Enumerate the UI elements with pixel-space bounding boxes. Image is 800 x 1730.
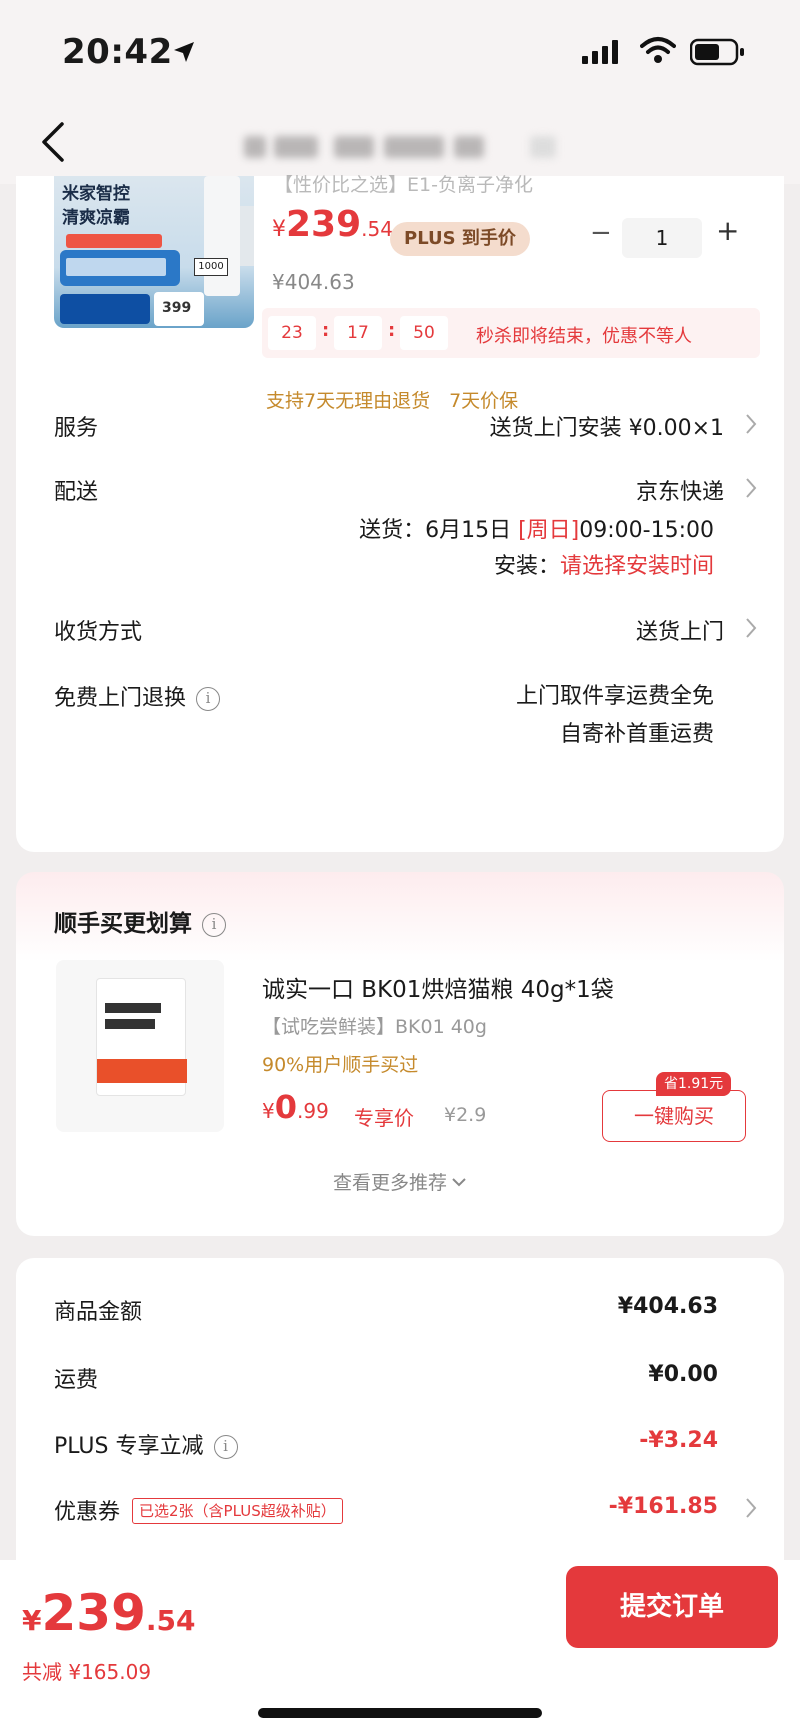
countdown-separator: : bbox=[388, 320, 396, 341]
more-recommendations-link[interactable]: 查看更多推荐 bbox=[16, 1168, 784, 1195]
countdown-message: 秒杀即将结束，优惠不等人 bbox=[476, 326, 692, 347]
addon-product-image[interactable] bbox=[56, 960, 224, 1132]
delivery-day: [周日] bbox=[518, 518, 580, 543]
product-device-shape bbox=[204, 176, 240, 296]
info-icon[interactable]: i bbox=[202, 913, 226, 937]
price-decimal: .54 bbox=[145, 1604, 196, 1637]
flash-sale-countdown: 23 : 17 : 50 秒杀即将结束，优惠不等人 bbox=[262, 308, 760, 358]
receive-value[interactable]: 送货上门 bbox=[636, 614, 724, 646]
return-guarantee: 支持7天无理由退货 7天价保 bbox=[266, 390, 519, 412]
countdown-separator: : bbox=[322, 320, 330, 341]
product-image-promo bbox=[60, 250, 180, 286]
countdown-hours: 23 bbox=[268, 316, 316, 350]
shipping-value: ¥0.00 bbox=[648, 1362, 718, 1387]
free-return-label: 免费上门退换 i bbox=[54, 680, 221, 712]
price-symbol: ¥ bbox=[22, 1604, 42, 1637]
info-icon[interactable]: i bbox=[213, 1435, 238, 1459]
quantity-minus-button[interactable]: − bbox=[590, 218, 612, 248]
price-integer: 0 bbox=[274, 1088, 297, 1126]
submit-order-button[interactable]: 提交订单 bbox=[566, 1566, 778, 1648]
chevron-right-icon[interactable] bbox=[744, 616, 758, 640]
quantity-input[interactable]: 1 bbox=[622, 218, 702, 258]
cat-food-bag-image bbox=[96, 978, 187, 1096]
price-decimal: .99 bbox=[297, 1099, 329, 1123]
checkout-bar: ¥239.54 共减 ¥165.09 提交订单 bbox=[0, 1560, 800, 1730]
info-icon[interactable]: i bbox=[196, 687, 221, 711]
delivery-label: 配送 bbox=[54, 480, 99, 505]
price-symbol: ¥ bbox=[272, 217, 286, 242]
plus-discount-label: PLUS 专享立减 i bbox=[54, 1428, 238, 1460]
receive-label: 收货方式 bbox=[54, 620, 143, 645]
cellular-signal-icon bbox=[582, 40, 618, 64]
product-price: ¥239.54 bbox=[272, 204, 393, 245]
addon-section-title: 顺手买更划算 i bbox=[54, 904, 226, 938]
price-decimal: .54 bbox=[361, 217, 393, 241]
install-time[interactable]: 安装：请选择安装时间 bbox=[494, 548, 714, 580]
one-click-buy-button[interactable]: 一键购买 bbox=[602, 1090, 746, 1142]
install-value: 请选择安装时间 bbox=[559, 554, 714, 579]
service-value[interactable]: 送货上门安装 ¥0.00×1 bbox=[490, 410, 724, 442]
battery-icon bbox=[690, 38, 744, 66]
price-integer: 239 bbox=[286, 204, 362, 245]
free-return-line2: 自寄补首重运费 bbox=[559, 722, 714, 747]
back-chevron-icon[interactable] bbox=[40, 120, 66, 164]
product-image-subsidy-badge bbox=[60, 294, 150, 324]
addon-price: ¥0.99 bbox=[262, 1088, 329, 1126]
status-bar: 20:42 bbox=[0, 0, 800, 104]
goods-amount-value: ¥404.63 bbox=[617, 1294, 718, 1319]
plus-discount-value: -¥3.24 bbox=[639, 1428, 718, 1453]
service-label: 服务 bbox=[54, 416, 99, 441]
delivery-date[interactable]: 送货：6月15日 [周日]09:00-15:00 bbox=[359, 512, 714, 544]
coupon-selected-tag[interactable]: 已选2张（含PLUS超级补贴） bbox=[132, 1498, 343, 1524]
install-prefix: 安装： bbox=[493, 554, 560, 579]
product-image[interactable]: 米家智控 清爽凉霸 1000 399 bbox=[54, 176, 254, 328]
addon-old-price: ¥2.9 bbox=[444, 1104, 487, 1126]
chevron-down-icon bbox=[452, 1178, 466, 1187]
original-price: ¥404.63 bbox=[272, 270, 355, 294]
price-symbol: ¥ bbox=[262, 1099, 275, 1123]
quantity-plus-button[interactable]: + bbox=[716, 214, 739, 247]
total-savings[interactable]: 共减 ¥165.09 bbox=[22, 1656, 151, 1685]
addon-product-title[interactable]: 诚实一口 BK01烘焙猫粮 40g*1袋 bbox=[262, 970, 614, 1004]
addon-product-spec: 【试吃尝鲜装】BK01 40g bbox=[262, 1016, 487, 1038]
free-return-text: 免费上门退换 bbox=[54, 686, 187, 711]
location-arrow-icon bbox=[174, 42, 194, 62]
product-name: 【性价比之选】E1-负离子净化 bbox=[274, 174, 533, 196]
delivery-time: 09:00-15:00 bbox=[579, 518, 714, 543]
product-image-text: 米家智控 清爽凉霸 bbox=[62, 184, 130, 228]
coupon-label: 优惠券 已选2张（含PLUS超级补贴） bbox=[54, 1494, 343, 1526]
delivery-date-prefix: 送货：6月15日 bbox=[359, 518, 512, 543]
goods-amount-label: 商品金额 bbox=[54, 1300, 143, 1325]
wifi-icon bbox=[640, 37, 676, 63]
addon-product-popularity: 90%用户顺手买过 bbox=[262, 1054, 419, 1076]
order-product-card: 米家智控 清爽凉霸 1000 399 【性价比之选】E1-负离子净化 ¥239.5… bbox=[16, 174, 784, 852]
product-image-box-label: 1000 bbox=[194, 258, 228, 276]
product-device-side bbox=[240, 206, 254, 266]
status-time: 20:42 bbox=[62, 32, 173, 72]
page-title-blurred bbox=[240, 130, 570, 164]
chevron-right-icon[interactable] bbox=[744, 476, 758, 500]
coupon-value[interactable]: -¥161.85 bbox=[609, 1494, 718, 1519]
countdown-seconds: 50 bbox=[400, 316, 448, 350]
addon-price-label: 专享价 bbox=[354, 1106, 414, 1130]
plus-price-badge: PLUS 到手价 bbox=[390, 222, 530, 256]
more-recommendations-text: 查看更多推荐 bbox=[332, 1172, 447, 1194]
product-image-price: 399 bbox=[162, 300, 192, 316]
total-price: ¥239.54 bbox=[22, 1584, 195, 1642]
free-return-line1: 上门取件享运费全免 bbox=[515, 684, 714, 709]
price-integer: 239 bbox=[41, 1584, 146, 1642]
chevron-right-icon[interactable] bbox=[744, 412, 758, 436]
shipping-label: 运费 bbox=[54, 1368, 99, 1393]
chevron-right-icon[interactable] bbox=[744, 1496, 758, 1520]
addon-title-text: 顺手买更划算 bbox=[54, 911, 192, 937]
home-indicator bbox=[258, 1708, 542, 1718]
savings-badge: 省1.91元 bbox=[656, 1072, 732, 1096]
countdown-minutes: 17 bbox=[334, 316, 382, 350]
product-image-tag bbox=[66, 234, 162, 248]
delivery-carrier[interactable]: 京东快递 bbox=[636, 474, 724, 506]
coupon-text: 优惠券 bbox=[54, 1500, 121, 1525]
plus-discount-text: PLUS 专享立减 bbox=[54, 1434, 204, 1459]
addon-recommend-card: 顺手买更划算 i 诚实一口 BK01烘焙猫粮 40g*1袋 【试吃尝鲜装】BK01… bbox=[16, 872, 784, 1236]
